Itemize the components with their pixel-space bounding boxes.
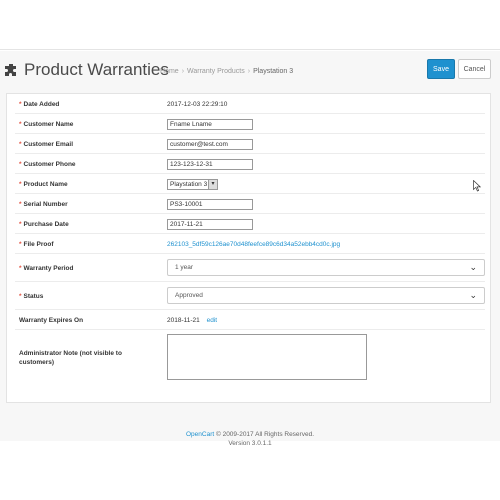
- row-status: * Status Approved ⌄: [15, 282, 485, 310]
- row-product-name: * Product Name Playstation 3 ▾: [15, 174, 485, 194]
- breadcrumb-warranty-products[interactable]: Warranty Products: [187, 68, 245, 75]
- warranty-period-label: * Warranty Period: [19, 265, 74, 272]
- purchase-date-field[interactable]: 2017-11-21: [167, 219, 253, 230]
- row-date-added: * Date Added 2017-12-03 22:29:10: [15, 94, 485, 114]
- cancel-button[interactable]: Cancel: [458, 59, 491, 79]
- warranty-period-select[interactable]: 1 year ⌄: [167, 259, 485, 276]
- row-customer-phone: * Customer Phone 123-123-12-31: [15, 154, 485, 174]
- footer-copyright-line: OpenCart © 2009-2017 All Rights Reserved…: [0, 430, 500, 439]
- footer-copyright: © 2009-2017 All Rights Reserved.: [215, 431, 314, 438]
- required-mark: *: [19, 161, 22, 168]
- admin-note-label: Administrator Note (not visible to custo…: [19, 350, 122, 366]
- warranty-form-panel: * Date Added 2017-12-03 22:29:10 * Custome…: [6, 93, 491, 403]
- breadcrumb: Home › Warranty Products › Playstation 3: [160, 68, 293, 75]
- required-mark: *: [19, 221, 22, 228]
- status-selected: Approved: [175, 292, 203, 299]
- product-name-selected: Playstation 3: [170, 181, 208, 188]
- customer-phone-field[interactable]: 123-123-12-31: [167, 159, 253, 170]
- breadcrumb-separator: ›: [181, 68, 185, 75]
- mouse-pointer-icon: [473, 180, 481, 192]
- required-mark: *: [19, 181, 22, 188]
- purchase-date-label: * Purchase Date: [19, 221, 69, 228]
- customer-phone-label: * Customer Phone: [19, 161, 76, 168]
- status-select[interactable]: Approved ⌄: [167, 287, 485, 304]
- row-serial-number: * Serial Number PS3-10001: [15, 194, 485, 214]
- warranty-expires-value-wrap: 2018-11-21 edit: [167, 317, 217, 324]
- serial-number-label-text: Serial Number: [23, 201, 68, 208]
- product-name-select[interactable]: Playstation 3 ▾: [167, 179, 218, 190]
- serial-number-label: * Serial Number: [19, 201, 68, 208]
- product-name-label: * Product Name: [19, 181, 68, 188]
- customer-phone-label-text: Customer Phone: [23, 161, 76, 168]
- edit-expiry-link[interactable]: edit: [207, 317, 217, 324]
- footer-version: Version 3.0.1.1: [228, 440, 272, 447]
- required-mark: *: [19, 101, 22, 108]
- row-warranty-period: * Warranty Period 1 year ⌄: [15, 254, 485, 282]
- save-button[interactable]: Save: [427, 59, 455, 79]
- date-added-label-text: Date Added: [23, 101, 60, 108]
- customer-email-field[interactable]: customer@test.com: [167, 139, 253, 150]
- date-added-label: * Date Added: [19, 101, 59, 108]
- required-mark: *: [19, 121, 22, 128]
- file-proof-label: * File Proof: [19, 241, 54, 248]
- customer-name-field[interactable]: Fname Lname: [167, 119, 253, 130]
- main-content: Product Warranties Home › Warranty Product…: [0, 51, 500, 441]
- serial-number-field[interactable]: PS3-10001: [167, 199, 253, 210]
- warranty-expires-value: 2018-11-21: [167, 317, 200, 324]
- admin-note-textarea[interactable]: [167, 334, 367, 380]
- customer-email-label-text: Customer Email: [23, 141, 74, 148]
- chevron-down-icon: ⌄: [469, 290, 477, 300]
- status-label-text: Status: [23, 293, 44, 300]
- required-mark: *: [19, 201, 22, 208]
- file-proof-label-text: File Proof: [23, 241, 54, 248]
- purchase-date-label-text: Purchase Date: [23, 221, 69, 228]
- warranty-period-label-text: Warranty Period: [23, 265, 74, 272]
- breadcrumb-separator: ›: [247, 68, 251, 75]
- file-proof-link[interactable]: 262103_5df59c126ae70d48feefce89c6d34a52e…: [167, 241, 340, 248]
- footer-brand-link[interactable]: OpenCart: [186, 431, 214, 438]
- row-admin-note: Administrator Note (not visible to custo…: [15, 330, 485, 390]
- required-mark: *: [19, 141, 22, 148]
- row-customer-name: * Customer Name Fname Lname: [15, 114, 485, 134]
- top-bar: [0, 0, 500, 50]
- chevron-down-icon[interactable]: ▾: [208, 180, 217, 189]
- required-mark: *: [19, 265, 22, 272]
- required-mark: *: [19, 241, 22, 248]
- row-customer-email: * Customer Email customer@test.com: [15, 134, 485, 154]
- customer-name-label: * Customer Name: [19, 121, 73, 128]
- warranty-period-selected: 1 year: [175, 264, 194, 271]
- footer: OpenCart © 2009-2017 All Rights Reserved…: [0, 430, 500, 448]
- breadcrumb-current: Playstation 3: [253, 68, 294, 75]
- page-header: Product Warranties Home › Warranty Product…: [0, 51, 500, 89]
- chevron-down-icon: ⌄: [469, 262, 477, 272]
- warranty-expires-label: Warranty Expires On: [19, 317, 84, 324]
- puzzle-icon: [5, 64, 16, 76]
- required-mark: *: [19, 293, 22, 300]
- row-purchase-date: * Purchase Date 2017-11-21: [15, 214, 485, 234]
- row-warranty-expires: Warranty Expires On 2018-11-21 edit: [15, 310, 485, 330]
- status-label: * Status: [19, 293, 43, 300]
- customer-email-label: * Customer Email: [19, 141, 73, 148]
- customer-name-label-text: Customer Name: [23, 121, 74, 128]
- breadcrumb-home[interactable]: Home: [160, 68, 179, 75]
- date-added-value: 2017-12-03 22:29:10: [167, 101, 228, 108]
- product-name-label-text: Product Name: [23, 181, 68, 188]
- page-title: Product Warranties: [24, 60, 169, 79]
- row-file-proof: * File Proof 262103_5df59c126ae70d48feefc…: [15, 234, 485, 254]
